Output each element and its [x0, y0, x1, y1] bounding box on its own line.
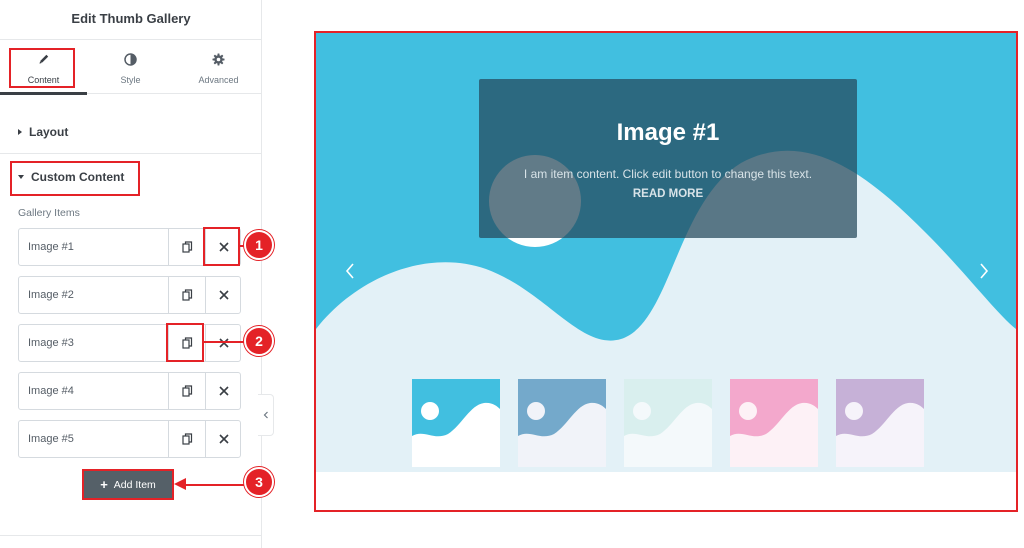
duplicate-icon[interactable] [168, 277, 205, 313]
tab-advanced-label: Advanced [198, 75, 239, 85]
gallery-preview[interactable]: Image #1 I am item content. Click edit b… [314, 31, 1018, 512]
step-marker-3: 3 [244, 467, 274, 497]
repeater-item[interactable]: Image #3 [18, 324, 241, 362]
add-item-button[interactable]: + Add Item [82, 469, 174, 500]
panel-divider [0, 535, 262, 536]
duplicate-icon[interactable] [168, 229, 205, 265]
custom-content-highlight [10, 161, 140, 196]
arrowhead-icon [174, 478, 186, 490]
duplicate-icon[interactable] [168, 325, 205, 361]
duplicate-icon[interactable] [168, 373, 205, 409]
next-arrow-icon[interactable] [976, 259, 992, 283]
read-more-link[interactable]: READ MORE [479, 188, 857, 200]
tab-style[interactable]: Style [87, 40, 174, 94]
repeater-item[interactable]: Image #1 [18, 228, 241, 266]
thumbnail[interactable] [518, 379, 606, 467]
thumbnail[interactable] [730, 379, 818, 467]
close-icon[interactable] [205, 277, 242, 313]
step-marker-2: 2 [244, 326, 274, 356]
editor-panel: Edit Thumb Gallery Content Style Advance… [0, 0, 262, 548]
panel-tabs: Content Style Advanced [0, 40, 262, 95]
pencil-icon [0, 53, 87, 67]
close-icon[interactable] [205, 229, 242, 265]
chevron-left-icon [263, 411, 268, 419]
slide-title: Image #1 [616, 119, 720, 146]
tab-style-label: Style [120, 75, 141, 85]
repeater-item-title[interactable]: Image #2 [28, 277, 74, 313]
slide-text: I am item content. Click edit button to … [523, 167, 813, 181]
step-marker-1: 1 [244, 230, 274, 260]
contrast-icon [87, 53, 174, 67]
thumbnail[interactable] [412, 379, 500, 467]
thumbnail[interactable] [836, 379, 924, 467]
close-icon[interactable] [205, 325, 242, 361]
plus-icon: + [100, 476, 108, 492]
section-layout-label: Layout [29, 125, 69, 139]
section-layout[interactable]: Layout [0, 110, 262, 154]
tab-advanced[interactable]: Advanced [175, 40, 262, 94]
repeater-item[interactable]: Image #5 [18, 420, 241, 458]
tab-content[interactable]: Content [0, 40, 87, 95]
repeater-item-title[interactable]: Image #3 [28, 325, 74, 361]
thumbnail[interactable] [624, 379, 712, 467]
gear-icon [175, 53, 262, 67]
prev-arrow-icon[interactable] [342, 259, 358, 283]
repeater-item[interactable]: Image #2 [18, 276, 241, 314]
panel-title: Edit Thumb Gallery [0, 0, 262, 40]
gallery-items-label: Gallery Items [18, 207, 80, 219]
duplicate-icon[interactable] [168, 421, 205, 457]
thumbnail-strip [316, 379, 1016, 467]
close-icon[interactable] [205, 373, 242, 409]
collapse-panel-button[interactable] [258, 394, 274, 436]
slide-caption: Image #1 I am item content. Click edit b… [479, 79, 857, 238]
close-icon[interactable] [205, 421, 242, 457]
repeater-item[interactable]: Image #4 [18, 372, 241, 410]
caret-right-icon [18, 129, 22, 135]
repeater-item-title[interactable]: Image #4 [28, 373, 74, 409]
repeater-item-title[interactable]: Image #1 [28, 229, 74, 265]
marker-line [184, 484, 244, 486]
tab-content-label: Content [27, 75, 60, 85]
add-item-label: Add Item [113, 478, 156, 491]
repeater-item-title[interactable]: Image #5 [28, 421, 74, 457]
section-layout-header[interactable]: Layout [18, 125, 68, 139]
